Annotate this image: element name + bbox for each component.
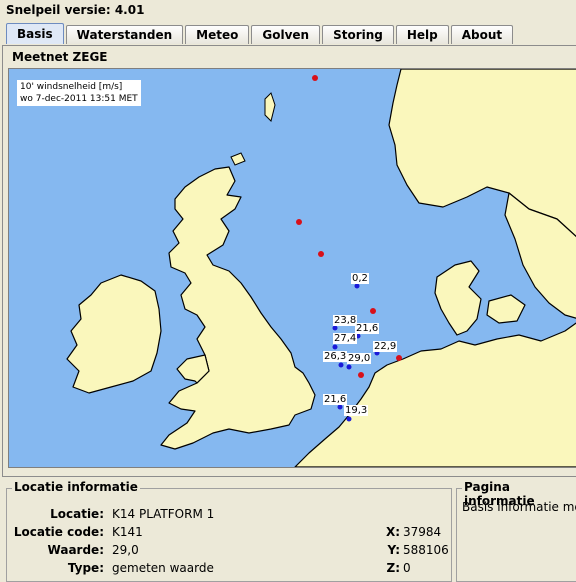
- observation-label[interactable]: 21,6: [323, 394, 348, 405]
- x-coord-value: 37984: [403, 525, 442, 539]
- location-label: Locatie:: [50, 507, 104, 521]
- observation-label[interactable]: 19,3: [344, 405, 369, 416]
- observation-label[interactable]: 0,2: [351, 273, 369, 284]
- location-code-value: K141: [112, 525, 143, 539]
- tab-storing[interactable]: Storing: [322, 25, 394, 44]
- page-info-text: Basis informatie mee: [462, 500, 576, 514]
- observation-label[interactable]: 21,6: [355, 323, 380, 334]
- observation-label[interactable]: 27,4: [333, 333, 358, 344]
- station-marker-inactive[interactable]: [318, 251, 324, 257]
- observation-label[interactable]: 22,9: [373, 341, 398, 352]
- tab-about[interactable]: About: [450, 25, 514, 44]
- z-coord-label: Z:: [386, 561, 401, 575]
- station-marker[interactable]: [346, 416, 352, 422]
- observation-label[interactable]: 23,8: [333, 315, 358, 326]
- observation-label[interactable]: 26,3: [323, 351, 348, 362]
- legend-timestamp: wo 7-dec-2011 13:51 MET: [20, 94, 138, 104]
- station-marker[interactable]: [338, 362, 344, 368]
- tab-waterstanden[interactable]: Waterstanden: [65, 25, 184, 44]
- station-marker[interactable]: [346, 364, 352, 370]
- map-view[interactable]: 10' windsnelheid [m/s] wo 7-dec-2011 13:…: [8, 68, 576, 468]
- type-label: Type:: [67, 561, 104, 575]
- tab-basis[interactable]: Basis: [6, 23, 64, 44]
- station-marker-inactive[interactable]: [396, 355, 402, 361]
- station-marker[interactable]: [332, 325, 338, 331]
- station-marker-inactive[interactable]: [370, 308, 376, 314]
- map-canvas[interactable]: [9, 69, 576, 467]
- observation-label[interactable]: 29,0: [347, 353, 372, 364]
- station-marker[interactable]: [337, 404, 343, 410]
- station-marker-inactive[interactable]: [358, 372, 364, 378]
- location-value: K14 PLATFORM 1: [112, 507, 215, 521]
- station-marker-inactive[interactable]: [312, 75, 318, 81]
- legend-parameter: 10' windsnelheid [m/s]: [20, 82, 123, 92]
- y-coord-label: Y:: [387, 543, 400, 557]
- map-group-title: Meetnet ZEGE: [10, 50, 110, 64]
- x-coord-label: X:: [385, 525, 400, 539]
- value-value: 29,0: [112, 543, 139, 557]
- location-info-title: Locatie informatie: [12, 480, 140, 494]
- app-title: Snelpeil versie: 4.01: [6, 3, 145, 17]
- tab-meteo[interactable]: Meteo: [185, 25, 250, 44]
- station-marker-inactive[interactable]: [296, 219, 302, 225]
- value-label: Waarde:: [47, 543, 104, 557]
- station-marker[interactable]: [332, 344, 338, 350]
- y-coord-value: 588106: [403, 543, 449, 557]
- station-marker[interactable]: [354, 283, 360, 289]
- location-code-label: Locatie code:: [13, 525, 104, 539]
- tab-help[interactable]: Help: [395, 25, 449, 44]
- tab-golven[interactable]: Golven: [251, 25, 321, 44]
- z-coord-value: 0: [403, 561, 411, 575]
- tab-bar: Basis Waterstanden Meteo Golven Storing …: [6, 23, 515, 44]
- map-legend: 10' windsnelheid [m/s] wo 7-dec-2011 13:…: [17, 80, 141, 106]
- type-value: gemeten waarde: [112, 561, 214, 575]
